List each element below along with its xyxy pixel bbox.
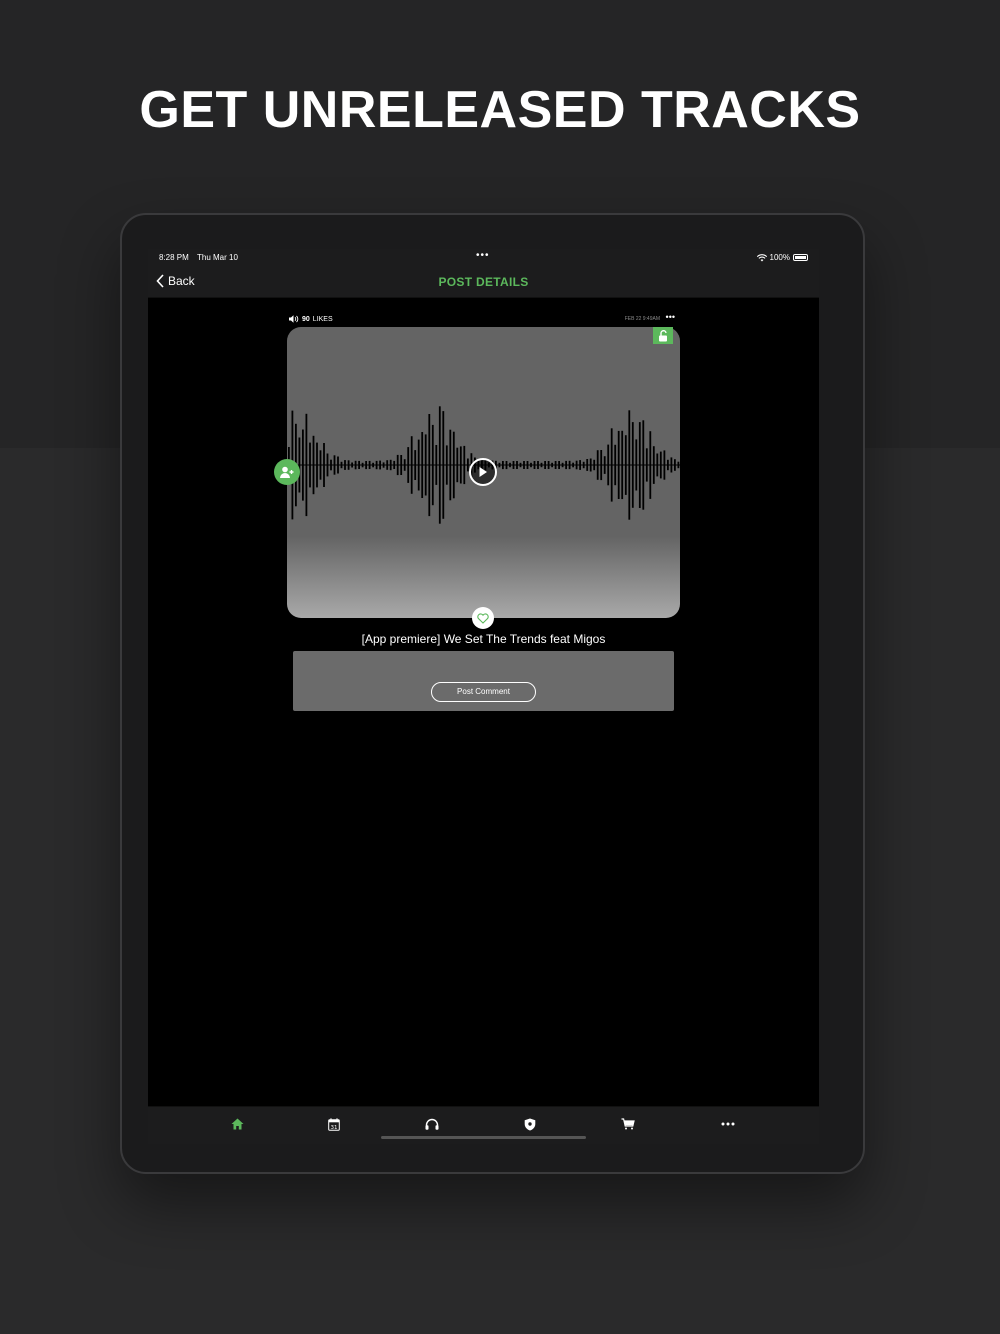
heart-icon [477, 612, 489, 624]
wifi-icon [756, 253, 767, 261]
status-date: Thu Mar 10 [197, 253, 238, 262]
likes-label: LIKES [312, 315, 333, 323]
post-comment-button[interactable]: Post Comment [431, 682, 536, 702]
speaker-icon[interactable] [289, 315, 299, 323]
home-indicator[interactable] [381, 1136, 586, 1139]
shield-icon [524, 1118, 536, 1130]
tab-calendar[interactable]: 31 [324, 1115, 344, 1133]
page-title: POST DETAILS [438, 275, 529, 289]
post-meta: 90 LIKES FEB 22 9:49AM ••• [288, 312, 680, 326]
tab-home[interactable] [227, 1115, 247, 1133]
unlock-icon [653, 327, 673, 344]
tab-more[interactable] [718, 1115, 738, 1133]
multitasking-dots-icon[interactable]: ••• [476, 250, 490, 261]
post-date: FEB 22 9:49AM [624, 316, 660, 322]
app-screen: 8:28 PM Thu Mar 10 ••• 100% Back POST DE… [148, 249, 819, 1144]
cart-icon [621, 1118, 635, 1130]
tab-bar: 31 [148, 1106, 819, 1144]
navigation-bar: Back POST DETAILS [148, 269, 819, 298]
status-right: 100% [756, 253, 808, 262]
more-icon [721, 1122, 735, 1126]
tab-cart[interactable] [618, 1115, 638, 1133]
play-icon [479, 467, 487, 477]
tab-shield[interactable] [520, 1115, 540, 1133]
like-button[interactable] [472, 607, 494, 629]
comment-box[interactable]: Post Comment [293, 651, 674, 711]
add-user-icon [280, 466, 294, 478]
likes-count: 90 LIKES [289, 315, 333, 323]
status-time: 8:28 PM [159, 253, 189, 262]
page-headline: GET UNRELEASED TRACKS [139, 81, 861, 139]
headphones-icon [425, 1118, 439, 1130]
add-user-button[interactable] [274, 459, 300, 485]
track-title: [App premiere] We Set The Trends feat Mi… [361, 632, 606, 646]
calendar-day: 31 [331, 1125, 338, 1131]
play-button[interactable] [469, 458, 497, 486]
battery-percent: 100% [769, 253, 790, 262]
battery-icon [793, 254, 808, 261]
likes-number: 90 [302, 315, 310, 323]
home-icon [231, 1118, 243, 1130]
status-bar: 8:28 PM Thu Mar 10 ••• 100% [148, 249, 819, 269]
calendar-icon: 31 [328, 1117, 340, 1131]
more-options-icon[interactable]: ••• [666, 312, 675, 322]
tab-music[interactable] [422, 1115, 442, 1133]
